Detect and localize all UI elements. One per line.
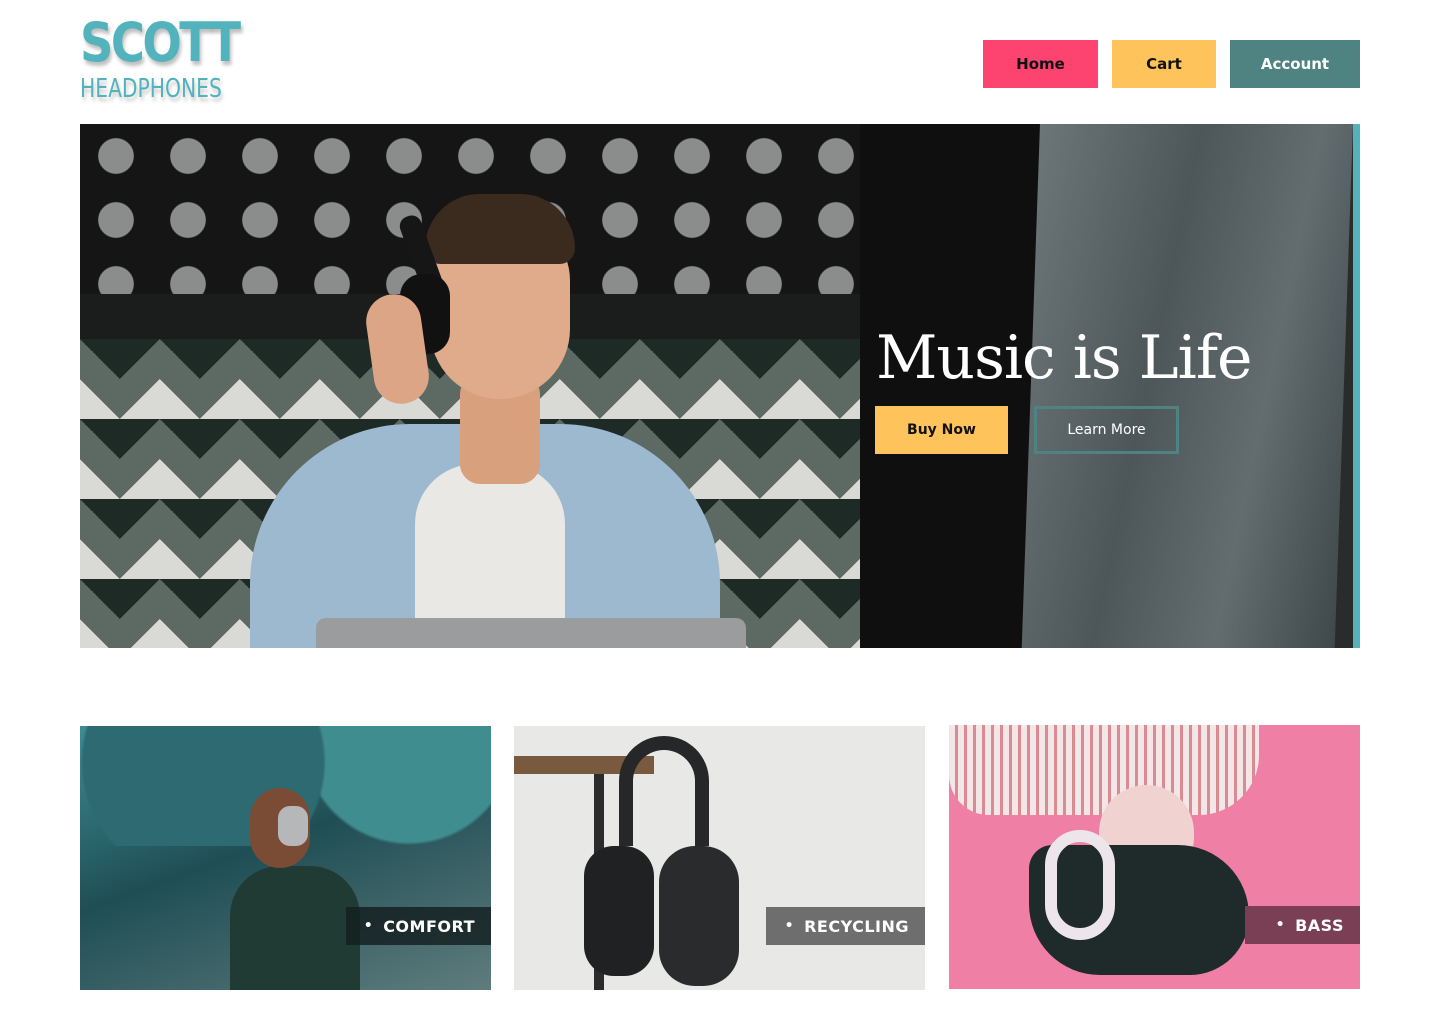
nav-cart-button[interactable]: Cart bbox=[1112, 40, 1216, 88]
feature-card-comfort[interactable]: • COMFORT bbox=[80, 726, 491, 990]
bullet-icon: • bbox=[1275, 917, 1286, 933]
feature-tag-bass: • BASS bbox=[1245, 906, 1360, 944]
feature-label: BASS bbox=[1295, 915, 1344, 935]
feature-label: RECYCLING bbox=[804, 916, 909, 936]
headphone-band-icon bbox=[619, 736, 709, 846]
feature-tag-recycling: • RECYCLING bbox=[766, 907, 925, 945]
feature-card-bass[interactable]: • BASS bbox=[949, 725, 1360, 989]
headphones-icon bbox=[278, 806, 308, 846]
nav-account-button[interactable]: Account bbox=[1230, 40, 1360, 88]
headphone-cup-icon bbox=[659, 846, 739, 986]
headphone-cup-icon bbox=[584, 846, 654, 976]
bullet-icon: • bbox=[784, 918, 795, 934]
buy-now-button[interactable]: Buy Now bbox=[875, 406, 1008, 454]
nav-home-button[interactable]: Home bbox=[983, 40, 1098, 88]
bass-card-shirt bbox=[949, 725, 1259, 815]
feature-tag-comfort: • COMFORT bbox=[346, 907, 491, 945]
comfort-card-person-body bbox=[230, 866, 360, 990]
feature-label: COMFORT bbox=[383, 916, 475, 936]
hero-laptop bbox=[316, 618, 746, 648]
learn-more-button[interactable]: Learn More bbox=[1034, 406, 1179, 454]
brand-logo[interactable]: SCOTT HEADPHONES bbox=[80, 14, 250, 109]
hero-accent-edge bbox=[1353, 124, 1360, 648]
hero-title: Music is Life bbox=[876, 323, 1253, 393]
brand-name-primary: SCOTT bbox=[80, 11, 241, 74]
bullet-icon: • bbox=[363, 918, 374, 934]
brand-name-secondary: HEADPHONES bbox=[80, 74, 222, 104]
feature-card-recycling[interactable]: • RECYCLING bbox=[514, 726, 925, 990]
headphones-icon bbox=[1045, 830, 1115, 940]
hero-person-hair bbox=[425, 194, 575, 264]
